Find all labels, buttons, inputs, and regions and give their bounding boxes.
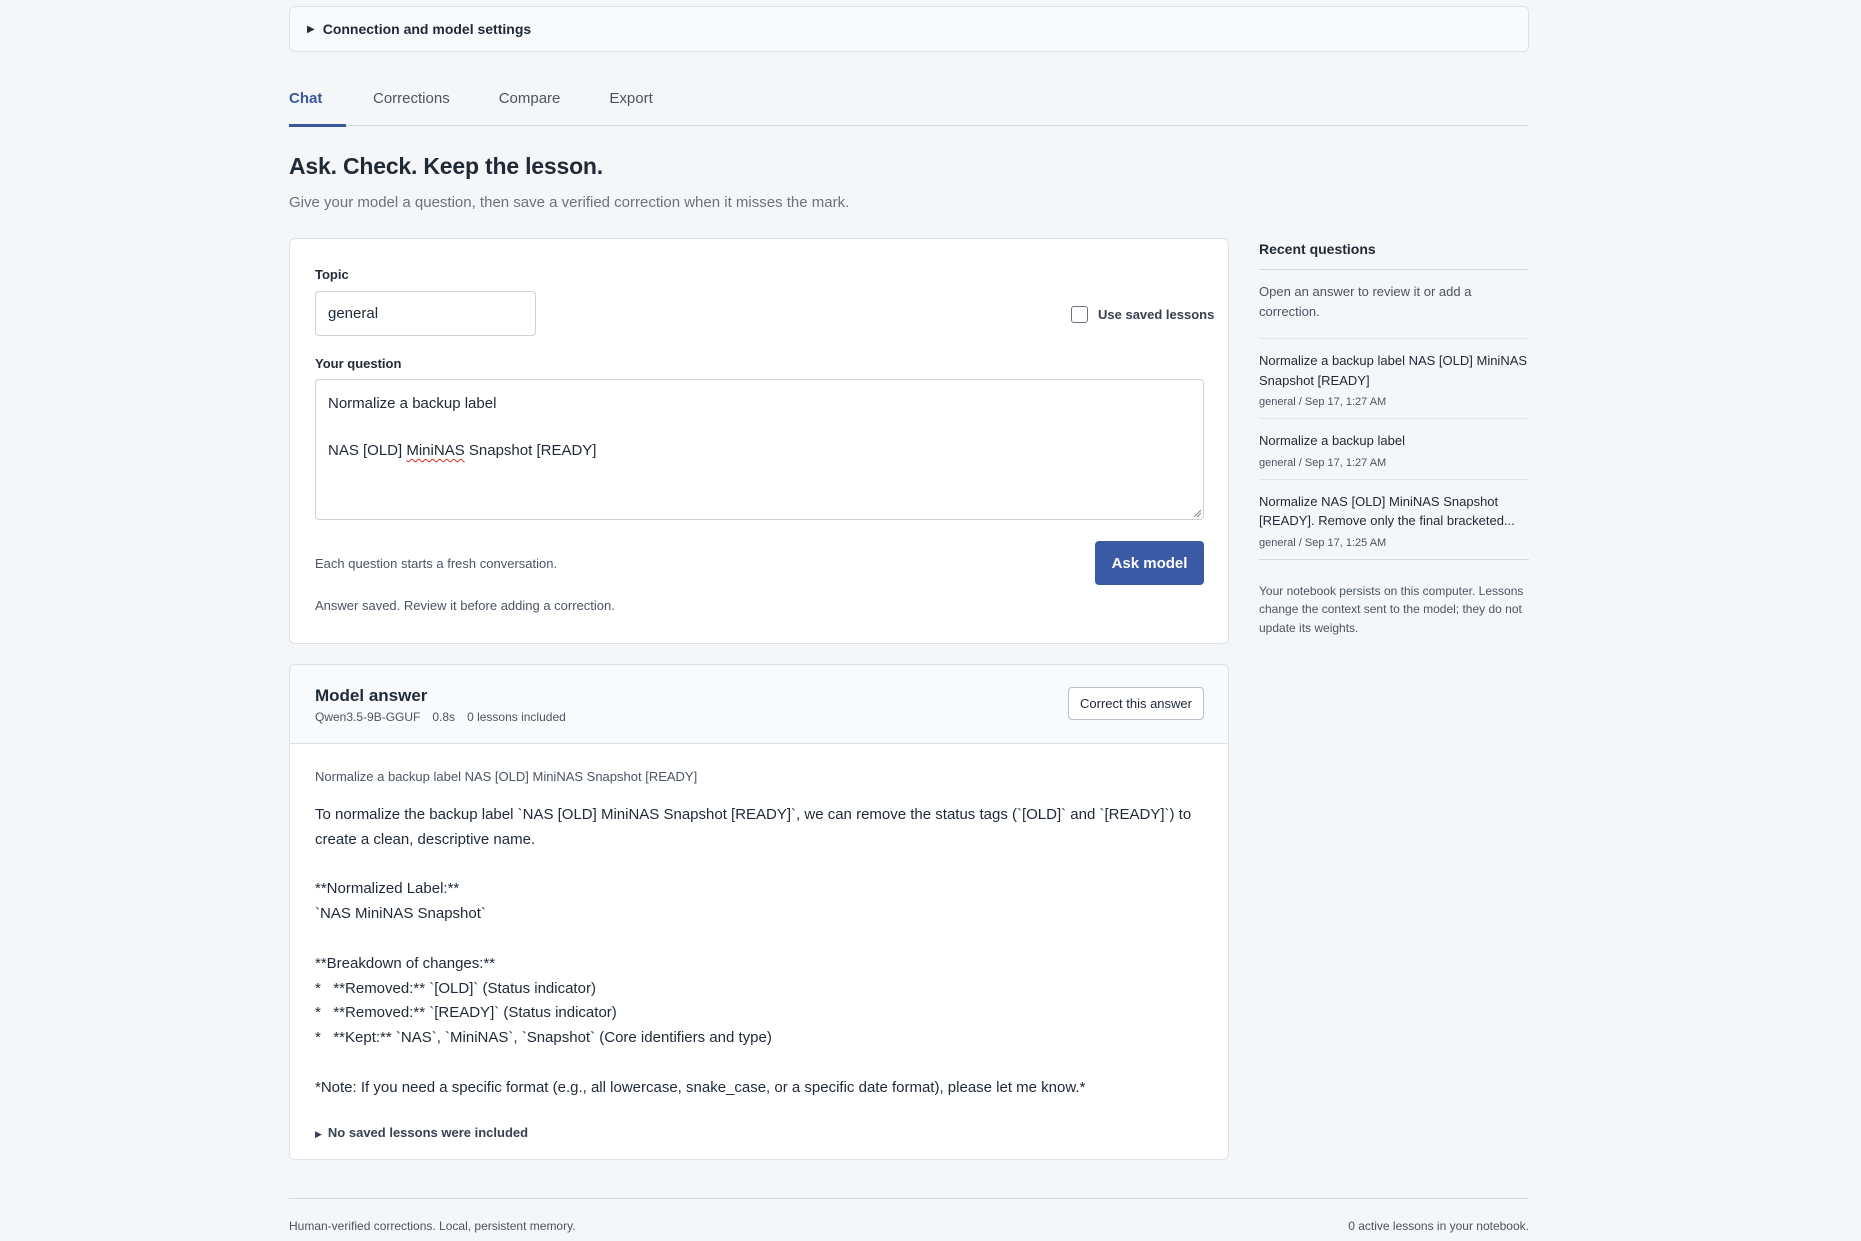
spellcheck-word: MiniNAS <box>406 442 465 459</box>
sidebar-description: Open an answer to review it or add a cor… <box>1259 284 1472 319</box>
topic-input[interactable] <box>315 291 536 336</box>
tab-bar: Chat Corrections Compare Export <box>289 78 1529 127</box>
question-line-1: Normalize a backup label <box>328 395 497 412</box>
tab-chat[interactable]: Chat <box>289 78 346 127</box>
caret-right-icon: ▶ <box>307 23 315 35</box>
question-text-segment: Snapshot [READY] <box>464 442 597 459</box>
footer-tagline: Human-verified corrections. Local, persi… <box>289 1219 576 1233</box>
recent-question-item[interactable]: Normalize a backup label NAS [OLD] MiniN… <box>1259 338 1529 418</box>
page-title: Ask. Check. Keep the lesson. <box>289 153 603 179</box>
ask-model-button[interactable]: Ask model <box>1095 541 1204 585</box>
fresh-conversation-hint: Each question starts a fresh conversatio… <box>315 556 558 571</box>
use-saved-lessons-label[interactable]: Use saved lessons <box>1098 307 1214 322</box>
recent-question-item[interactable]: Normalize a backup label general / Sep 1… <box>1259 418 1529 479</box>
tab-export[interactable]: Export <box>609 78 652 126</box>
status-message: Answer saved. Review it before adding a … <box>315 598 615 613</box>
caret-right-icon: ▶ <box>315 1129 322 1139</box>
question-line-2: NAS [OLD] MiniNAS Snapshot [READY] <box>328 439 1191 462</box>
lessons-count: 0 lessons included <box>467 710 566 724</box>
recent-question-meta: general / Sep 17, 1:25 AM <box>1259 536 1387 549</box>
page-subtitle: Give your model a question, then save a … <box>289 194 850 211</box>
model-name: Qwen3.5-9B-GGUF <box>315 710 421 724</box>
topic-label: Topic <box>315 267 349 282</box>
settings-label: Connection and model settings <box>322 21 532 37</box>
lessons-included-toggle[interactable]: ▶ No saved lessons were included <box>315 1125 528 1140</box>
notebook-note: Your notebook persists on this computer.… <box>1259 558 1529 638</box>
answer-header: Model answer Qwen3.5-9B-GGUF 0.8s 0 less… <box>290 665 1228 744</box>
answer-card: Model answer Qwen3.5-9B-GGUF 0.8s 0 less… <box>289 664 1229 1160</box>
resize-handle-icon[interactable] <box>1193 509 1201 517</box>
question-echo: Normalize a backup label NAS [OLD] MiniN… <box>315 769 698 784</box>
recent-question-meta: general / Sep 17, 1:27 AM <box>1259 456 1387 469</box>
tab-corrections[interactable]: Corrections <box>373 78 450 126</box>
answer-title: Model answer <box>315 686 428 705</box>
question-label: Your question <box>315 356 402 371</box>
recent-question-meta: general / Sep 17, 1:27 AM <box>1259 396 1387 408</box>
ask-card: Topic Use saved lessons Your question No… <box>289 238 1229 644</box>
question-text-segment: NAS [OLD] <box>328 442 407 459</box>
recent-questions-sidebar: Recent questions Open an answer to revie… <box>1259 238 1529 637</box>
tab-compare[interactable]: Compare <box>499 78 561 126</box>
recent-question-text: Normalize a backup label <box>1259 433 1405 448</box>
response-time: 0.8s <box>432 710 456 724</box>
lessons-toggle-label: No saved lessons were included <box>327 1125 529 1140</box>
use-saved-lessons-checkbox[interactable] <box>1071 306 1088 323</box>
answer-body: To normalize the backup label `NAS [OLD]… <box>315 806 1192 1096</box>
connection-settings-toggle[interactable]: ▶ Connection and model settings <box>289 6 1529 52</box>
answer-meta: Qwen3.5-9B-GGUF 0.8s 0 lessons included <box>315 710 566 724</box>
page-footer: Human-verified corrections. Local, persi… <box>289 1198 1529 1233</box>
footer-lesson-count: 0 active lessons in your notebook. <box>1348 1219 1529 1233</box>
recent-question-item[interactable]: Normalize NAS [OLD] MiniNAS Snapshot [RE… <box>1259 478 1529 559</box>
correct-answer-button[interactable]: Correct this answer <box>1068 687 1204 720</box>
recent-question-text: Normalize a backup label NAS [OLD] MiniN… <box>1259 353 1528 388</box>
question-textarea[interactable]: Normalize a backup label NAS [OLD] MiniN… <box>315 379 1204 520</box>
sidebar-title: Recent questions <box>1259 238 1529 270</box>
recent-question-text: Normalize NAS [OLD] MiniNAS Snapshot [RE… <box>1259 493 1515 529</box>
